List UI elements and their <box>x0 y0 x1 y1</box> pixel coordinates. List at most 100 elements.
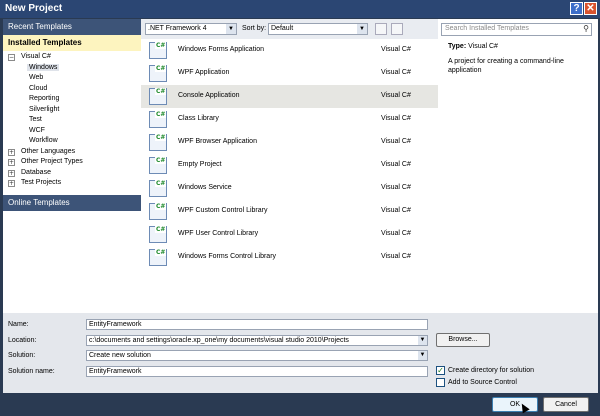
template-name: Windows Service <box>178 184 232 191</box>
name-input[interactable]: EntityFramework <box>86 319 428 330</box>
template-language: Visual C# <box>381 207 411 214</box>
solution-dropdown[interactable]: Create new solution ▼ <box>86 350 428 361</box>
csharp-project-icon <box>149 180 167 197</box>
template-row[interactable]: WPF User Control Library Visual C# <box>141 223 438 246</box>
tree-node-windows[interactable]: Windows <box>27 63 60 71</box>
sort-by-label: Sort by: <box>242 25 267 32</box>
template-row[interactable]: Console Application Visual C# <box>141 85 438 108</box>
framework-dropdown-value: .NET Framework 4 <box>148 25 207 32</box>
template-language: Visual C# <box>381 138 411 145</box>
templates-list: Windows Forms ApplicationVisual C#WPF Ap… <box>141 39 438 313</box>
location-combo[interactable]: c:\documents and settings\oracle.xp_one\… <box>86 335 428 346</box>
tree-node-other-languages[interactable]: Other Languages <box>19 148 77 155</box>
help-button[interactable]: ? <box>570 2 583 15</box>
csharp-project-icon <box>149 42 167 59</box>
csharp-project-icon <box>149 203 167 220</box>
small-icons-view-icon[interactable] <box>375 23 387 35</box>
tree-node-test[interactable]: Test <box>27 116 44 123</box>
template-language: Visual C# <box>381 46 411 53</box>
expand-icon[interactable]: + <box>8 148 15 156</box>
tree-node-database[interactable]: Database <box>19 169 53 176</box>
tree-node-other-project-types[interactable]: Other Project Types <box>19 158 85 165</box>
tree-node-wcf[interactable]: WCF <box>27 127 47 134</box>
list-view-icon[interactable] <box>391 23 403 35</box>
solution-name-label: Solution name: <box>8 368 55 375</box>
location-label: Location: <box>8 337 37 344</box>
expand-icon[interactable]: + <box>8 180 15 187</box>
template-name: WPF User Control Library <box>178 230 259 237</box>
tree-node-label: Other Languages <box>21 147 76 155</box>
chevron-down-icon: ▼ <box>357 24 367 34</box>
location-value: c:\documents and settings\oracle.xp_one\… <box>89 337 349 344</box>
browse-button[interactable]: Browse... <box>436 333 490 347</box>
template-row[interactable]: Windows Service Visual C# <box>141 177 438 200</box>
tree-node-label: Visual C# <box>21 53 51 60</box>
create-directory-checkbox[interactable]: ✓ <box>436 366 445 375</box>
template-categories-panel: Recent Templates Installed Templates Vis… <box>3 19 141 313</box>
template-language: Visual C# <box>381 69 411 76</box>
template-name: Windows Forms Application <box>178 46 264 53</box>
tree-node-label: Reporting <box>29 95 60 102</box>
template-description: A project for creating a command-line ap… <box>448 58 564 74</box>
online-templates-header[interactable]: Online Templates <box>3 195 141 211</box>
framework-dropdown[interactable]: .NET Framework 4 ▼ <box>145 23 237 35</box>
template-row[interactable]: WPF Browser Application Visual C# <box>141 131 438 154</box>
new-project-dialog: New Project ? ✕ Recent Templates Install… <box>0 0 600 416</box>
expand-icon[interactable]: + <box>8 159 15 166</box>
csharp-project-icon <box>149 157 167 174</box>
sort-dropdown-value: Default <box>271 25 294 32</box>
solution-value: Create new solution <box>89 352 151 359</box>
csharp-project-icon <box>149 226 167 243</box>
search-placeholder: Search Installed Templates <box>445 25 529 32</box>
chevron-down-icon: ▼ <box>226 24 236 34</box>
csharp-project-icon <box>149 65 167 82</box>
installed-templates-header[interactable]: Installed Templates <box>3 35 141 51</box>
tree-node-label: WCF <box>29 126 45 134</box>
tree-node-label: Test <box>29 116 42 123</box>
search-icon: ⚲ <box>583 24 589 33</box>
template-row[interactable]: Windows Forms Application Visual C# <box>141 39 438 62</box>
template-language: Visual C# <box>381 115 411 122</box>
template-row[interactable]: Empty Project Visual C# <box>141 154 438 177</box>
tree-node-cloud[interactable]: Cloud <box>27 85 49 92</box>
sort-dropdown[interactable]: Default ▼ <box>268 23 368 35</box>
csharp-project-icon <box>149 88 167 105</box>
tree-node-silverlight[interactable]: Silverlight <box>27 106 61 113</box>
collapse-icon[interactable]: − <box>8 54 15 61</box>
solution-label: Solution: <box>8 352 36 359</box>
template-name: Console Application <box>178 92 240 99</box>
template-row[interactable]: WPF Custom Control Library Visual C# <box>141 200 438 223</box>
template-row[interactable]: Class Library Visual C# <box>141 108 438 131</box>
name-label: Name: <box>8 321 29 328</box>
expand-icon[interactable]: + <box>8 169 15 177</box>
tree-node-label: Other Project Types <box>21 158 83 165</box>
recent-templates-header[interactable]: Recent Templates <box>3 19 141 35</box>
chevron-down-icon: ▼ <box>418 351 427 360</box>
csharp-project-icon <box>149 134 167 151</box>
type-value: Visual C# <box>468 43 498 50</box>
tree-node-test-projects[interactable]: Test Projects <box>19 179 63 186</box>
template-name: Empty Project <box>178 161 222 168</box>
solution-name-input[interactable]: EntityFramework <box>86 366 428 377</box>
template-language: Visual C# <box>381 230 411 237</box>
template-details-panel: Search Installed Templates ⚲ Type: Visua… <box>438 19 598 313</box>
source-control-checkbox[interactable] <box>436 378 445 387</box>
tree-node-label: Database <box>21 168 51 176</box>
template-row[interactable]: WPF Application Visual C# <box>141 62 438 85</box>
type-label: Type: <box>448 43 467 50</box>
tree-node-label: Silverlight <box>29 105 60 113</box>
cancel-button[interactable]: Cancel <box>543 397 589 412</box>
close-button[interactable]: ✕ <box>584 2 597 15</box>
tree-node-label: Web <box>29 74 44 81</box>
csharp-project-icon <box>149 111 167 128</box>
ok-button[interactable]: OK <box>492 397 538 412</box>
title-bar: New Project ? ✕ <box>0 0 600 18</box>
template-name: Class Library <box>178 115 219 122</box>
tree-node-reporting[interactable]: Reporting <box>27 95 61 102</box>
tree-node-workflow[interactable]: Workflow <box>27 137 60 144</box>
template-name: Windows Forms Control Library <box>178 253 277 260</box>
search-input[interactable]: Search Installed Templates ⚲ <box>441 23 592 36</box>
tree-node-visual-c-[interactable]: Visual C# <box>19 53 53 60</box>
template-row[interactable]: Windows Forms Control Library Visual C# <box>141 246 438 269</box>
tree-node-web[interactable]: Web <box>27 74 45 81</box>
